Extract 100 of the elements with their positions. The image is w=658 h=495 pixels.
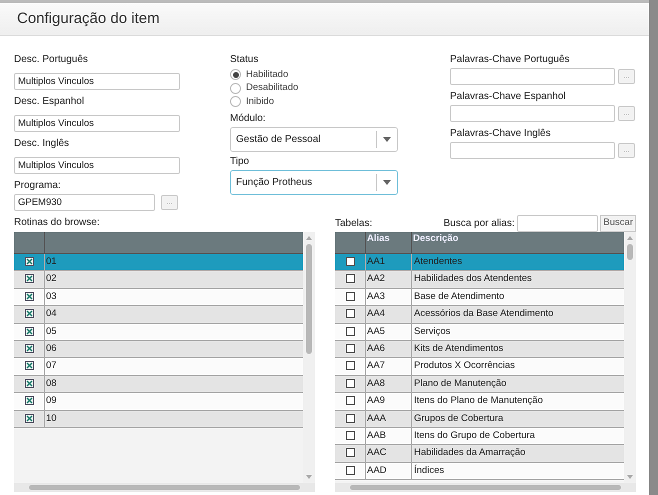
text-field[interactable]: Multiplos Vinculos [14, 73, 180, 90]
checked-checkbox-icon[interactable] [24, 274, 34, 284]
radio-button[interactable] [230, 82, 241, 94]
table-row[interactable]: AAD Índices [335, 462, 624, 480]
checkbox-icon[interactable] [346, 326, 354, 336]
table-row[interactable]: AA8 Plano de Manutenção [335, 376, 624, 394]
scrollbar-thumb[interactable] [306, 244, 312, 354]
checkbox-icon[interactable] [346, 466, 354, 475]
checked-checkbox-icon[interactable] [24, 378, 34, 388]
scrollbar-thumb[interactable] [627, 244, 633, 260]
radio-label: Habilitado [246, 68, 288, 82]
table-cell: AA5 [367, 324, 385, 339]
table-row[interactable]: AAA Grupos de Cobertura [335, 410, 624, 428]
field-label: Tipo [230, 154, 250, 168]
table-cell-text: AA2 [367, 272, 385, 286]
checked-checkbox-icon[interactable] [24, 414, 34, 423]
dropdown[interactable]: Gestão de Pessoal [230, 126, 398, 152]
text-field[interactable]: Multiplos Vinculos [14, 157, 180, 174]
checked-checkbox-icon[interactable] [24, 257, 34, 266]
table-cell: 06 [46, 342, 57, 356]
table-cell: Atendentes [414, 255, 462, 270]
field-label: Desc. Português [14, 53, 89, 66]
radio-button[interactable] [230, 69, 241, 80]
table-cell: 10 [46, 412, 57, 426]
checkbox-icon[interactable] [346, 414, 354, 423]
checked-checkbox-icon[interactable] [24, 292, 34, 301]
table-row[interactable]: 05 [14, 324, 303, 341]
text-field[interactable] [450, 68, 615, 85]
text-field[interactable]: Multiplos Vinculos [14, 115, 180, 132]
table-cell: Índices [414, 464, 444, 478]
checkbox-icon[interactable] [346, 309, 354, 318]
table-row[interactable]: AA6 Kits de Atendimentos [335, 340, 624, 358]
table-row[interactable]: AAC Habilidades da Amarração [335, 445, 624, 463]
table-row[interactable]: AA2 Habilidades dos Atendentes [335, 271, 624, 289]
table-row[interactable]: 10 [14, 410, 303, 428]
caret-icon [383, 180, 391, 184]
table-row[interactable]: AA4 Acessórios da Base Atendimento [335, 306, 624, 324]
table-row[interactable]: 08 [14, 376, 303, 394]
checkbox-icon[interactable] [346, 396, 354, 406]
table-cell: 01 [46, 255, 57, 270]
table-cell: Acessórios da Base Atendimento [414, 307, 554, 322]
checked-checkbox-icon[interactable] [24, 326, 34, 336]
table-cell-text: 07 [46, 359, 57, 374]
table-cell-text: Produtos X Ocorrências [414, 359, 515, 374]
table-row[interactable]: 09 [14, 393, 303, 411]
checkbox-icon[interactable] [346, 448, 354, 458]
table-row[interactable]: AA7 Produtos X Ocorrências [335, 358, 624, 376]
table-cell-text: AA7 [367, 359, 385, 374]
table-row[interactable]: 06 [14, 340, 303, 358]
table-cell: Itens do Plano de Manutenção [414, 394, 543, 408]
field-label: Programa: [14, 179, 62, 192]
table-row[interactable]: AA1 Atendentes [335, 254, 624, 272]
search-field[interactable] [517, 214, 598, 232]
table-cell: AA9 [367, 394, 385, 408]
field-label: Palavras-Chave Inglês [450, 127, 552, 140]
window-title: Configuração do item [17, 8, 160, 29]
scrollbar-thumb[interactable] [29, 485, 300, 490]
checked-checkbox-icon[interactable] [24, 309, 34, 318]
checkbox-icon[interactable] [346, 430, 354, 440]
text-field[interactable] [450, 142, 615, 159]
field-label: Desc. Espanhol [14, 95, 86, 108]
table-cell-text: Base de Atendimento [414, 290, 504, 304]
field-label: Módulo: [230, 112, 267, 124]
table-cell-text: Plano de Manutenção [414, 376, 506, 391]
table-cell-text: AA8 [367, 376, 385, 391]
checkbox-icon[interactable] [346, 292, 354, 301]
horizontal-scrollbar[interactable] [14, 483, 315, 492]
table-row[interactable]: 03 [14, 288, 303, 306]
radio-button[interactable] [230, 96, 241, 108]
checkbox-icon[interactable] [346, 361, 354, 370]
table-cell-text: Habilidades dos Atendentes [414, 272, 532, 286]
text-field[interactable] [450, 105, 615, 122]
checkbox-icon[interactable] [346, 274, 354, 284]
table-cell: AAD [367, 464, 387, 478]
table-row[interactable]: AA3 Base de Atendimento [335, 288, 624, 306]
field-label: Busca por alias: [443, 216, 516, 230]
checked-checkbox-icon[interactable] [24, 344, 34, 353]
text-field[interactable]: GPEM930 [14, 194, 155, 211]
horizontal-scrollbar[interactable] [335, 483, 636, 492]
dropdown[interactable]: Função Protheus [230, 170, 398, 194]
table-row[interactable]: 02 [14, 271, 303, 289]
table-row[interactable]: 01 [14, 254, 303, 272]
table-cell: Kits de Atendimentos [414, 342, 504, 356]
table-row[interactable]: 04 [14, 306, 303, 324]
checked-checkbox-icon[interactable] [24, 396, 34, 406]
table-cell: AA6 [367, 342, 385, 356]
table-row[interactable]: AA9 Itens do Plano de Manutenção [335, 393, 624, 411]
table-row[interactable]: AA5 Serviços [335, 324, 624, 341]
checkbox-icon[interactable] [346, 344, 354, 353]
scrollbar-thumb[interactable] [350, 485, 621, 490]
table-cell-text: AA3 [367, 290, 385, 304]
checkbox-icon[interactable] [346, 378, 354, 388]
table-cell-text: Itens do Grupo de Cobertura [414, 428, 535, 443]
table-cell: 04 [46, 307, 57, 322]
checkbox-icon[interactable] [346, 257, 354, 266]
search-button[interactable]: Buscar [600, 214, 636, 232]
checked-checkbox-icon[interactable] [24, 361, 34, 370]
table-row[interactable]: 07 [14, 358, 303, 376]
table-row[interactable]: AAB Itens do Grupo de Cobertura [335, 428, 624, 446]
column-header: Descrição [413, 233, 458, 244]
